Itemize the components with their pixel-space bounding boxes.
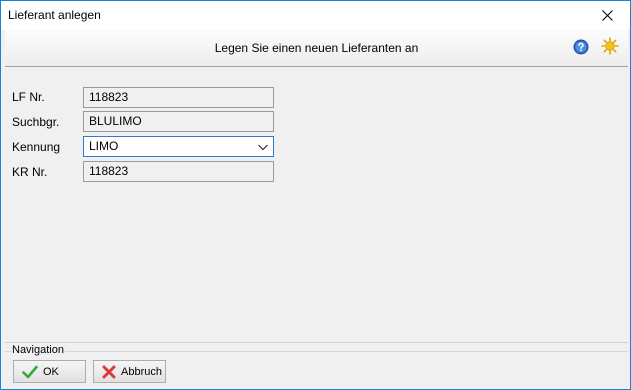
- lf-nr-label: LF Nr.: [12, 90, 45, 104]
- suchbgr-label: Suchbgr.: [12, 115, 60, 129]
- header-band: Legen Sie einen neuen Lieferanten an: [5, 30, 628, 67]
- ok-button-label: OK: [43, 365, 59, 378]
- form-area: LF Nr. 118823 Suchbgr. BLULIMO Kennung L…: [5, 68, 628, 341]
- navigation-group: Navigation OK Abbruch: [5, 342, 628, 387]
- suchbgr-value: BLULIMO: [89, 114, 142, 128]
- checkmark-icon: [22, 365, 38, 378]
- kennung-value: LIMO: [89, 139, 119, 153]
- navigation-legend: Navigation: [11, 344, 65, 356]
- dialog-window: Lieferant anlegen Legen Sie einen neuen …: [0, 0, 631, 390]
- window-title: Lieferant anlegen: [8, 8, 101, 22]
- navigation-divider: [5, 351, 628, 352]
- kr-nr-label: KR Nr.: [12, 165, 48, 179]
- close-icon: [602, 10, 613, 21]
- cancel-button[interactable]: Abbruch: [93, 360, 166, 383]
- close-button[interactable]: [585, 1, 630, 30]
- kr-nr-field: 118823: [83, 161, 274, 182]
- help-icon[interactable]: [573, 39, 589, 55]
- kr-nr-value: 118823: [89, 164, 129, 178]
- kennung-label: Kennung: [12, 140, 61, 154]
- kennung-select[interactable]: LIMO: [83, 136, 274, 157]
- title-bar: Lieferant anlegen: [1, 1, 630, 30]
- cancel-button-label: Abbruch: [121, 365, 162, 378]
- header-text: Legen Sie einen neuen Lieferanten an: [214, 41, 419, 55]
- lf-nr-value: 118823: [89, 90, 129, 104]
- sun-icon[interactable]: [601, 37, 619, 55]
- lf-nr-field: 118823: [83, 87, 274, 108]
- ok-button[interactable]: OK: [13, 360, 86, 383]
- chevron-down-icon: [258, 144, 268, 151]
- cancel-x-icon: [102, 365, 116, 378]
- suchbgr-field: BLULIMO: [83, 111, 274, 132]
